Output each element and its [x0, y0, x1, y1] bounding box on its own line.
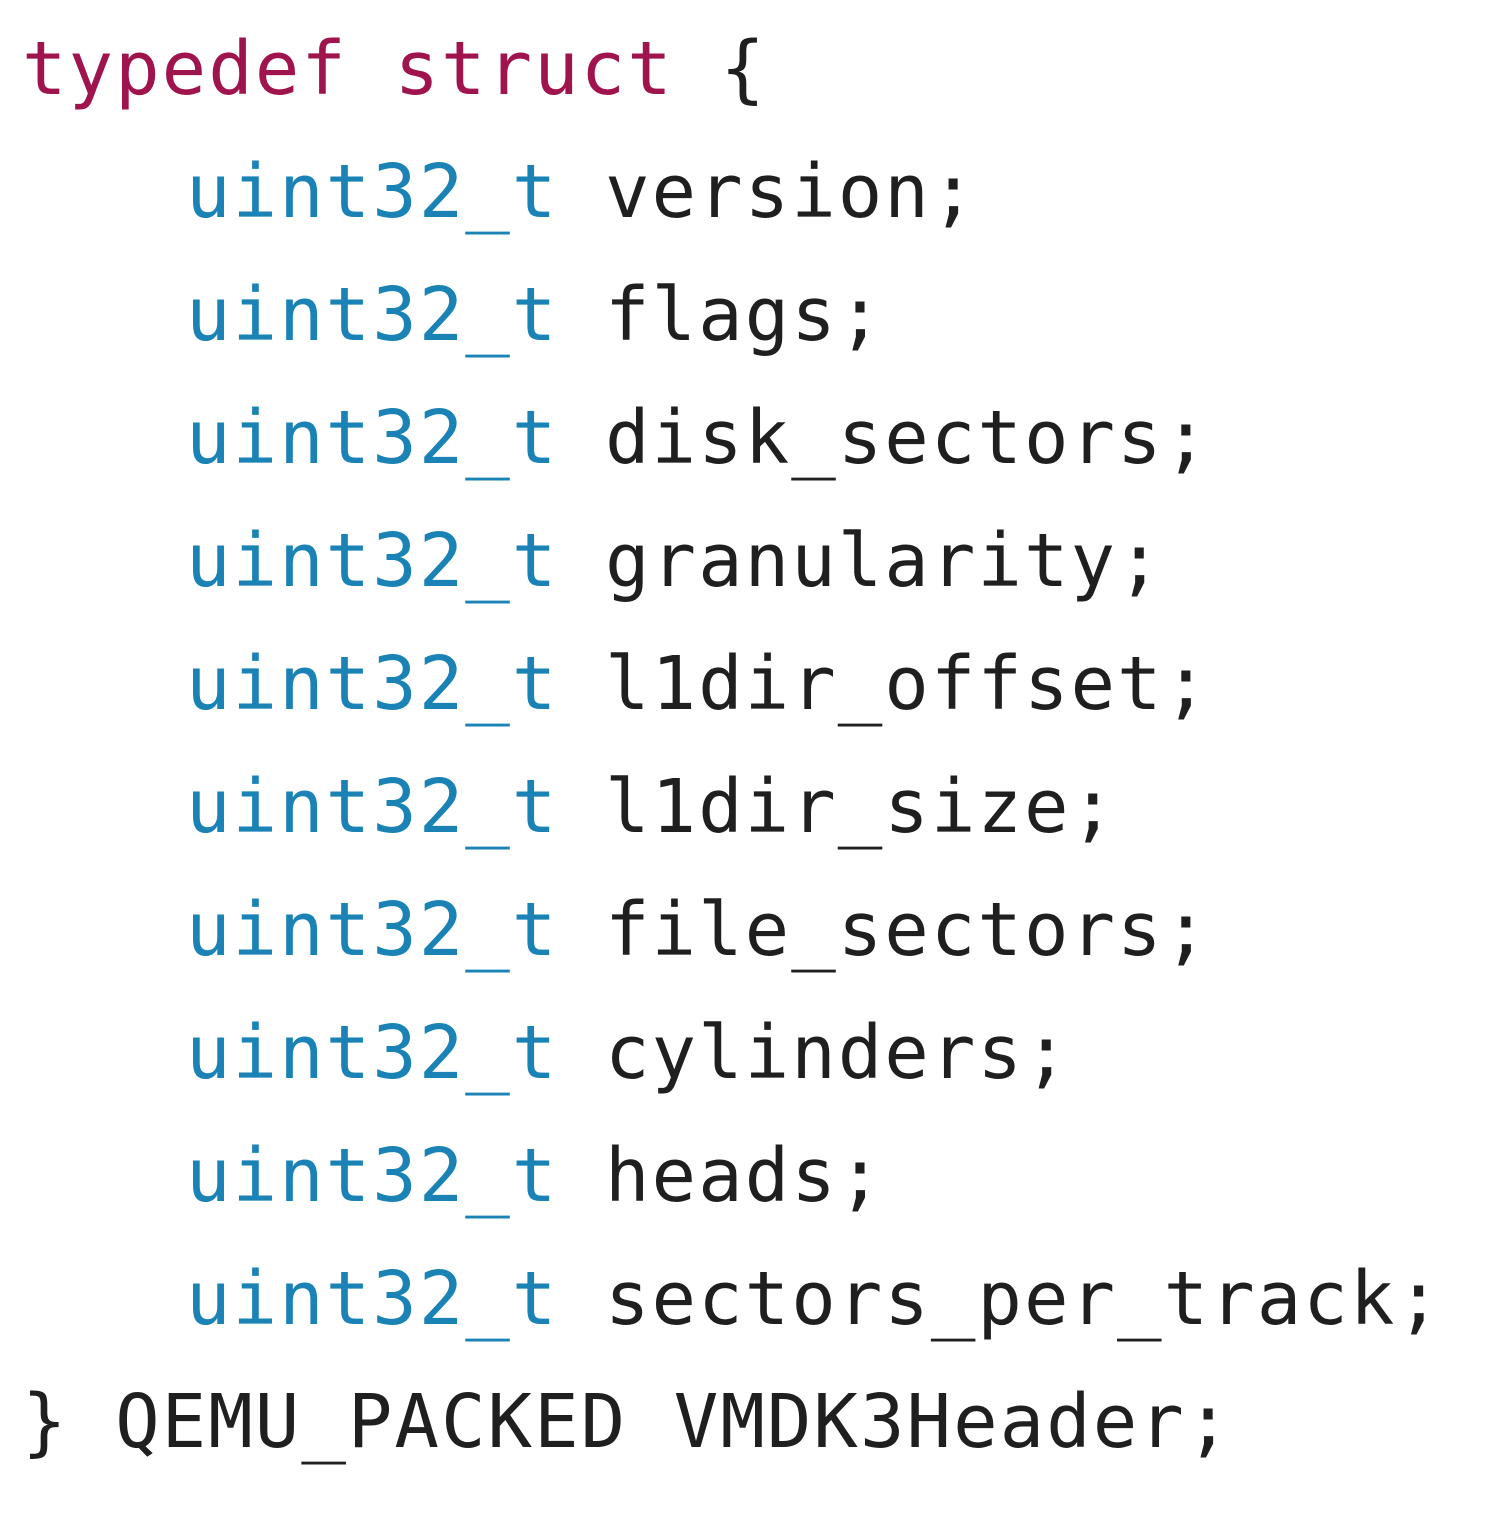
field-name: granularity;	[604, 518, 1164, 604]
field-type: uint32_t	[186, 1010, 559, 1096]
struct-open-line: typedef struct {	[22, 8, 1482, 131]
typedef-keyword: typedef	[22, 26, 348, 112]
field-type: uint32_t	[186, 1133, 559, 1219]
field-type: uint32_t	[186, 1256, 559, 1342]
field-type: uint32_t	[186, 395, 559, 481]
open-brace: {	[720, 26, 767, 112]
field-type: uint32_t	[186, 272, 559, 358]
field-line: uint32_t flags;	[22, 254, 1482, 377]
field-type: uint32_t	[186, 518, 559, 604]
field-name: sectors_per_track;	[604, 1256, 1443, 1342]
field-line: uint32_t version;	[22, 131, 1482, 254]
field-name: flags;	[604, 272, 885, 358]
field-name: file_sectors;	[604, 887, 1211, 973]
field-line: uint32_t heads;	[22, 1115, 1482, 1238]
field-type: uint32_t	[186, 887, 559, 973]
field-line: uint32_t l1dir_size;	[22, 746, 1482, 869]
field-type: uint32_t	[186, 764, 559, 850]
struct-type-name: VMDK3Header;	[673, 1379, 1233, 1465]
field-name: l1dir_size;	[604, 764, 1118, 850]
field-type: uint32_t	[186, 641, 559, 727]
field-line: uint32_t granularity;	[22, 500, 1482, 623]
field-name: version;	[604, 149, 978, 235]
field-name: l1dir_offset;	[604, 641, 1211, 727]
packed-attribute: QEMU_PACKED	[115, 1379, 628, 1465]
field-name: disk_sectors;	[604, 395, 1211, 481]
field-line: uint32_t file_sectors;	[22, 869, 1482, 992]
field-line: uint32_t disk_sectors;	[22, 377, 1482, 500]
field-name: heads;	[604, 1133, 885, 1219]
field-type: uint32_t	[186, 149, 559, 235]
field-name: cylinders;	[604, 1010, 1071, 1096]
field-line: uint32_t sectors_per_track;	[22, 1238, 1482, 1361]
close-brace: }	[22, 1379, 69, 1465]
field-line: uint32_t l1dir_offset;	[22, 623, 1482, 746]
field-line: uint32_t cylinders;	[22, 992, 1482, 1115]
struct-keyword: struct	[394, 26, 674, 112]
code-listing: typedef struct { uint32_t version; uint3…	[22, 8, 1482, 1484]
struct-close-line: } QEMU_PACKED VMDK3Header;	[22, 1361, 1482, 1484]
